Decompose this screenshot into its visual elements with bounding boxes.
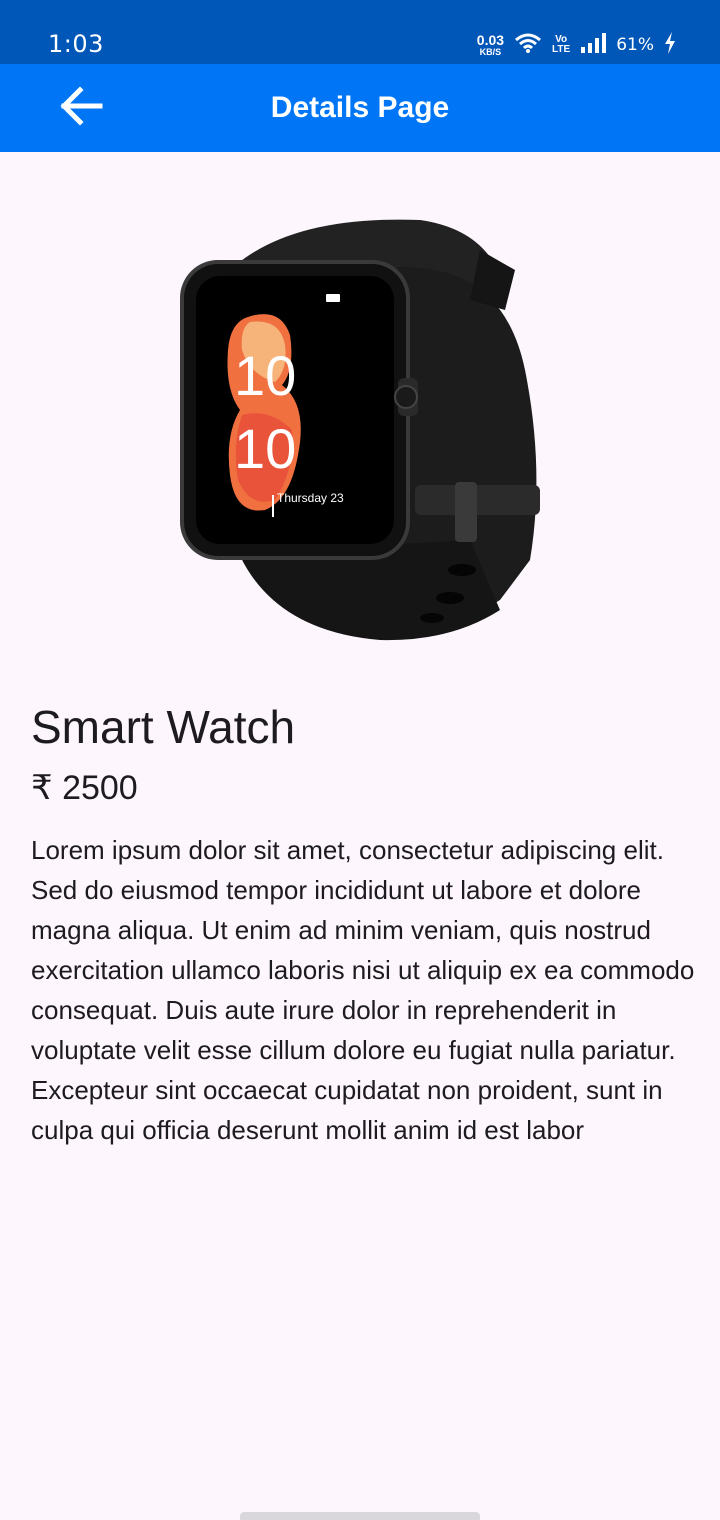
charging-icon [664, 31, 676, 59]
battery-level: 61% [616, 35, 654, 55]
status-time: 1:03 [48, 30, 104, 58]
product-description: Lorem ipsum dolor sit amet, consectetur … [31, 835, 695, 1145]
product-price: ₹ 2500 [31, 769, 138, 807]
home-indicator[interactable] [240, 1512, 480, 1520]
app-bar: Details Page [0, 64, 720, 152]
network-speed-value: 0.03 [476, 32, 505, 48]
network-speed-unit: KB/S [479, 47, 502, 57]
volte-icon: Vo LTE [552, 34, 571, 55]
signal-icon [580, 32, 607, 58]
watch-face-minute: 10 [234, 417, 296, 480]
watch-face-date: Thursday 23 [277, 491, 344, 505]
watch-face-hour: 10 [234, 344, 296, 407]
back-button[interactable] [48, 80, 112, 136]
product-image: 10 10 Thursday 23 [170, 210, 550, 650]
product-name: Smart Watch [31, 701, 296, 753]
status-icons: 0.03 KB/S Vo LTE 61% [477, 30, 676, 60]
network-speed: 0.03 KB/S [477, 33, 504, 57]
arrow-back-icon [56, 85, 104, 131]
wifi-icon [514, 32, 542, 59]
status-bar: 1:03 0.03 KB/S Vo LTE 61% [0, 0, 720, 64]
